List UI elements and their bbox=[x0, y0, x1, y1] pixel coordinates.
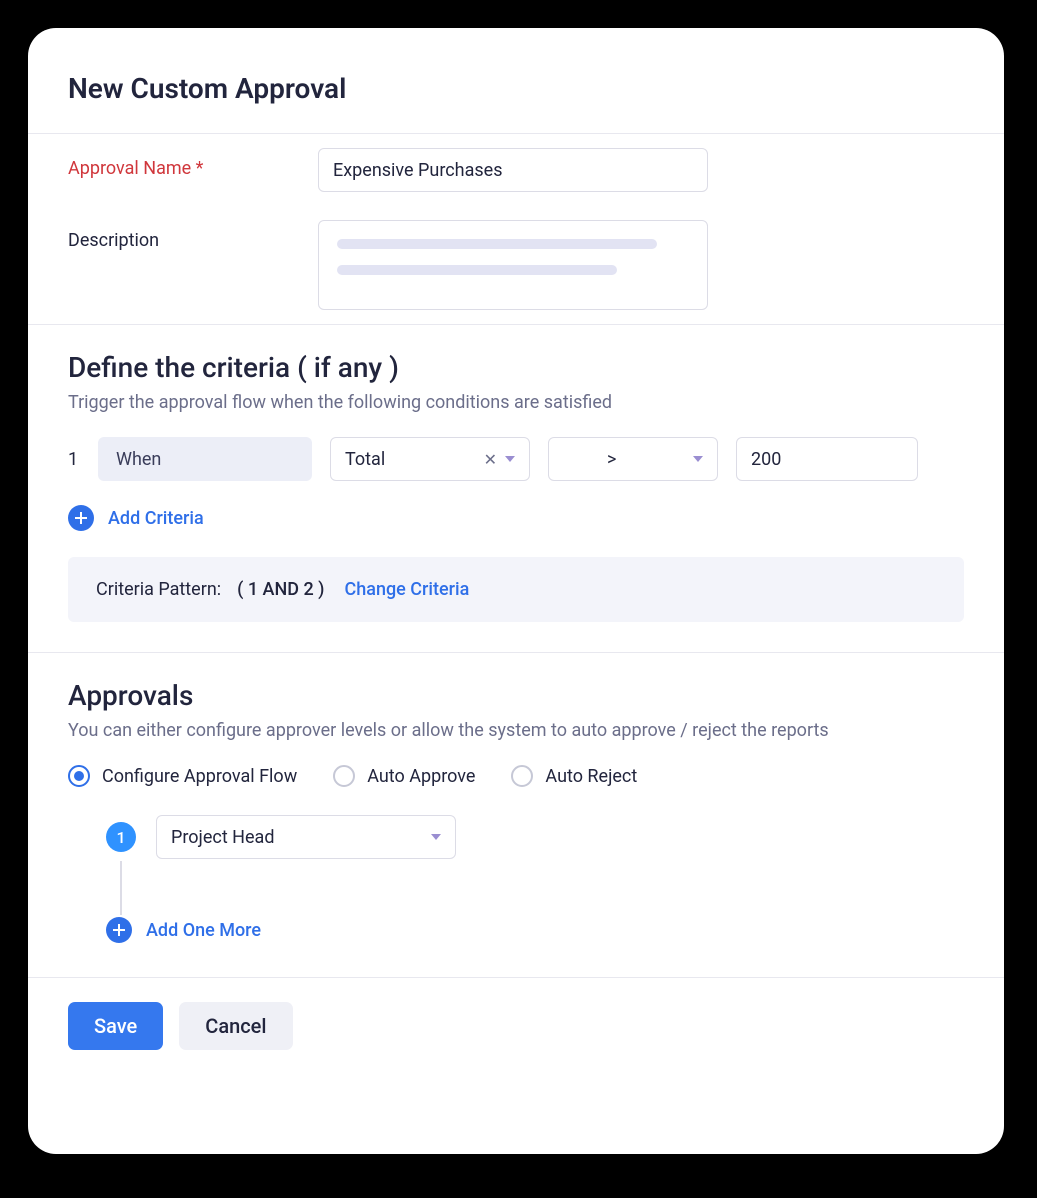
approval-mode-radios: Configure Approval Flow Auto Approve Aut… bbox=[28, 765, 1004, 815]
criteria-value-text: 200 bbox=[751, 449, 781, 470]
radio-auto-reject[interactable]: Auto Reject bbox=[511, 765, 637, 787]
placeholder-line bbox=[337, 239, 657, 249]
approval-form-card: New Custom Approval Approval Name * Desc… bbox=[28, 28, 1004, 1154]
criteria-when-label: When bbox=[116, 449, 161, 470]
radio-auto-approve[interactable]: Auto Approve bbox=[333, 765, 475, 787]
criteria-hint: Trigger the approval flow when the follo… bbox=[28, 392, 1004, 437]
pattern-value: ( 1 AND 2 ) bbox=[237, 579, 324, 600]
approval-name-input[interactable] bbox=[318, 148, 708, 192]
placeholder-line bbox=[337, 265, 617, 275]
add-approver-button[interactable] bbox=[106, 917, 132, 943]
chevron-down-icon bbox=[693, 456, 703, 462]
description-input[interactable] bbox=[318, 220, 708, 310]
change-criteria-link[interactable]: Change Criteria bbox=[344, 579, 469, 600]
criteria-row: 1 When Total ✕ > 200 bbox=[28, 437, 1004, 499]
radio-configure-flow[interactable]: Configure Approval Flow bbox=[68, 765, 297, 787]
criteria-field-value: Total bbox=[345, 449, 385, 470]
plus-icon bbox=[112, 923, 126, 937]
radio-icon bbox=[333, 765, 355, 787]
approval-name-label: Approval Name * bbox=[68, 148, 318, 179]
criteria-heading: Define the criteria ( if any ) bbox=[28, 325, 1004, 392]
radio-icon bbox=[511, 765, 533, 787]
description-label: Description bbox=[68, 220, 318, 251]
save-button[interactable]: Save bbox=[68, 1002, 163, 1050]
criteria-operator-value: > bbox=[607, 449, 616, 470]
radio-icon bbox=[68, 765, 90, 787]
criteria-field-select[interactable]: Total ✕ bbox=[330, 437, 530, 481]
pattern-label: Criteria Pattern: bbox=[96, 579, 221, 600]
add-criteria-button[interactable] bbox=[68, 505, 94, 531]
clear-icon[interactable]: ✕ bbox=[484, 450, 497, 469]
plus-icon bbox=[74, 511, 88, 525]
approver-value: Project Head bbox=[171, 827, 275, 848]
criteria-pattern-bar: Criteria Pattern: ( 1 AND 2 ) Change Cri… bbox=[68, 557, 964, 622]
add-criteria-row: Add Criteria bbox=[28, 499, 1004, 557]
flow-connector-line bbox=[120, 861, 122, 915]
footer: Save Cancel bbox=[28, 977, 1004, 1074]
criteria-index: 1 bbox=[68, 449, 80, 470]
chevron-down-icon bbox=[431, 834, 441, 840]
criteria-when-box: When bbox=[98, 437, 312, 481]
criteria-value-input[interactable]: 200 bbox=[736, 437, 918, 481]
page-title: New Custom Approval bbox=[28, 52, 1004, 133]
approvals-heading: Approvals bbox=[28, 653, 1004, 720]
add-criteria-link[interactable]: Add Criteria bbox=[108, 508, 204, 529]
description-row: Description bbox=[28, 206, 1004, 324]
radio-label: Configure Approval Flow bbox=[102, 766, 297, 787]
approver-select[interactable]: Project Head bbox=[156, 815, 456, 859]
radio-label: Auto Reject bbox=[545, 766, 637, 787]
cancel-button[interactable]: Cancel bbox=[179, 1002, 292, 1050]
chevron-down-icon bbox=[505, 456, 515, 462]
approval-name-row: Approval Name * bbox=[28, 134, 1004, 206]
approver-step-row: 1 Project Head bbox=[28, 815, 1004, 859]
add-approver-row: Add One More bbox=[28, 917, 1004, 973]
radio-label: Auto Approve bbox=[367, 766, 475, 787]
criteria-operator-select[interactable]: > bbox=[548, 437, 718, 481]
approvals-hint: You can either configure approver levels… bbox=[28, 720, 1004, 765]
add-approver-link[interactable]: Add One More bbox=[146, 920, 261, 941]
step-badge: 1 bbox=[106, 822, 136, 852]
